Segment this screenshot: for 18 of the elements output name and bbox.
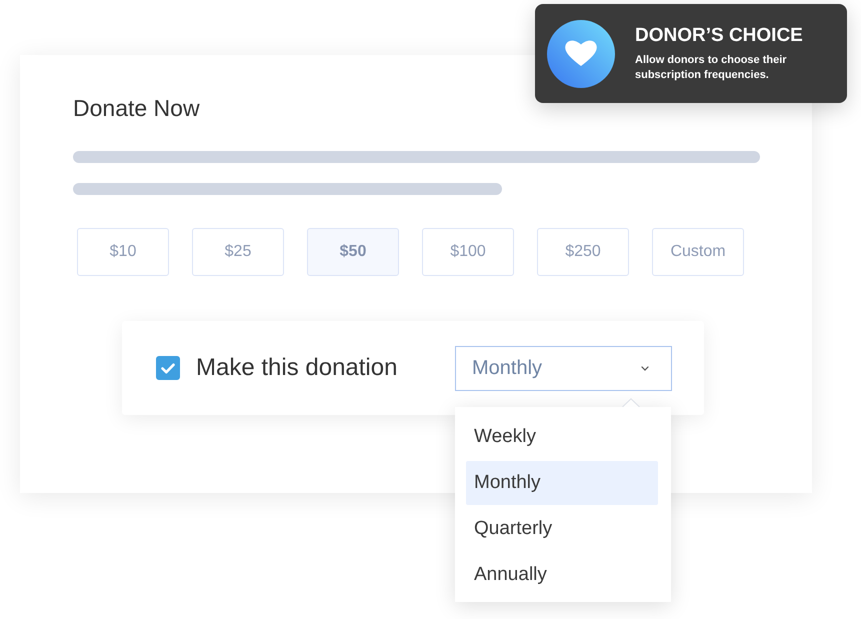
checkbox-label: Make this donation	[196, 354, 398, 382]
chevron-down-icon	[641, 366, 649, 370]
amount-button[interactable]: $100	[422, 228, 514, 276]
tooltip-description: Allow donors to choose their subscription frequencies.	[635, 53, 788, 83]
tooltip-title: DONOR’S CHOICE	[635, 24, 803, 48]
dropdown-option[interactable]: Annually	[466, 552, 658, 596]
checkmark-icon	[161, 362, 175, 374]
amount-button[interactable]: $50	[307, 228, 399, 276]
frequency-select[interactable]: Monthly	[455, 346, 672, 390]
dropdown-option[interactable]: Weekly	[466, 414, 658, 458]
amount-button[interactable]: $10	[77, 228, 169, 276]
checkbox[interactable]	[156, 356, 180, 380]
amount-button[interactable]: $25	[192, 228, 284, 276]
dropdown-option[interactable]: Monthly	[466, 460, 658, 504]
amount-button[interactable]: $250	[537, 228, 629, 276]
dropdown-option[interactable]: Quarterly	[466, 506, 658, 550]
amount-button[interactable]: Custom	[652, 228, 744, 276]
card-title: Donate Now	[73, 94, 200, 122]
